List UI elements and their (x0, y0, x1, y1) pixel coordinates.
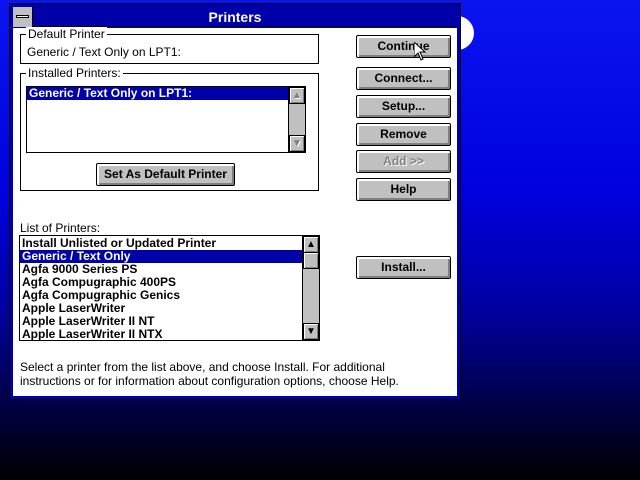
window-title: Printers (208, 9, 262, 25)
add-button[interactable]: Add >> (356, 150, 451, 173)
scroll-thumb[interactable] (303, 252, 319, 269)
continue-button[interactable]: Continue (356, 35, 451, 58)
list-item[interactable]: Apple LaserWriter II NTX (20, 328, 302, 341)
install-button[interactable]: Install... (356, 256, 451, 279)
connect-button[interactable]: Connect... (356, 67, 451, 90)
dialog-client: Default Printer Generic / Text Only on L… (13, 27, 457, 396)
setup-button[interactable]: Setup... (356, 95, 451, 118)
title-bar[interactable]: Printers (13, 7, 457, 27)
set-default-printer-button[interactable]: Set As Default Printer (96, 163, 235, 186)
installed-printers-list[interactable]: Generic / Text Only on LPT1: ▲ ▼ (26, 86, 306, 153)
list-of-printers-label: List of Printers: (20, 221, 101, 235)
scroll-down-icon[interactable]: ▼ (289, 135, 305, 152)
default-printer-label: Default Printer (26, 27, 107, 41)
list-item[interactable]: Generic / Text Only on LPT1: (27, 87, 288, 100)
default-printer-group: Default Printer Generic / Text Only on L… (20, 27, 319, 64)
scrollbar[interactable]: ▲ ▼ (302, 236, 319, 340)
scroll-down-icon[interactable]: ▼ (303, 323, 319, 340)
mouse-cursor-icon (414, 42, 426, 61)
scroll-up-icon[interactable]: ▲ (303, 236, 319, 253)
installed-printers-group: Installed Printers: Generic / Text Only … (20, 66, 319, 191)
remove-button[interactable]: Remove (356, 123, 451, 146)
list-of-printers[interactable]: Install Unlisted or Updated Printer Gene… (19, 235, 320, 341)
installed-printers-label: Installed Printers: (26, 66, 123, 80)
scrollbar[interactable]: ▲ ▼ (288, 87, 305, 152)
default-printer-value: Generic / Text Only on LPT1: (27, 45, 181, 59)
printers-dialog: Printers Default Printer Generic / Text … (9, 3, 461, 400)
help-text-line-2: instructions or for information about co… (20, 374, 399, 388)
help-button[interactable]: Help (356, 178, 451, 201)
help-text-line-1: Select a printer from the list above, an… (20, 360, 385, 374)
scroll-up-icon[interactable]: ▲ (289, 87, 305, 104)
